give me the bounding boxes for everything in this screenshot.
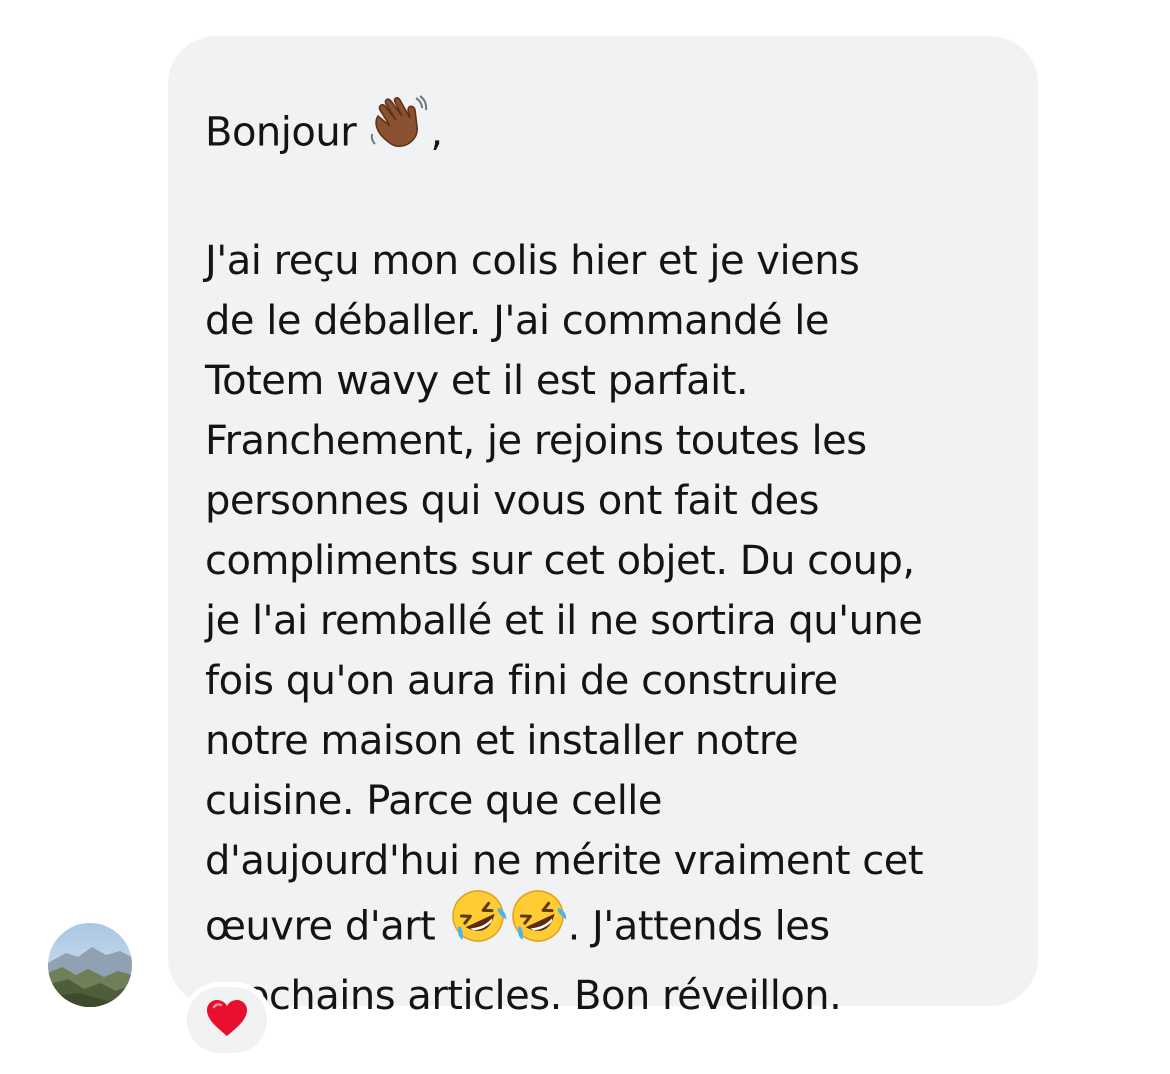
message-line-4: de le déballer. J'ai commandé le [205,298,829,344]
reaction-badge[interactable] [182,982,272,1058]
landscape-avatar [48,923,132,1007]
message-bubble[interactable]: Bonjour , J'ai reçu mon colis hier et je… [168,36,1038,1019]
message-line-8: compliments sur cet objet. Du coup, [205,538,915,584]
message-line-12: cuisine. Parce que celle [205,778,663,824]
message-line-7: personnes qui vous ont fait des [205,478,819,524]
chat-thread: Bonjour , J'ai reçu mon colis hier et je… [0,0,1170,1074]
message-line-6: Franchement, je rejoins toutes les [205,418,867,464]
message-line-9: je l'ai remballé et il ne sortira qu'une [205,598,923,644]
rolling-on-floor-laughing-icon [508,887,568,962]
message-line-5: Totem wavy et il est parfait. [205,358,749,404]
avatar[interactable] [48,923,132,1007]
message-line-3: J'ai reçu mon colis hier et je viens [205,238,860,284]
message-line-14: œuvre d'art . J'attends les [205,890,1018,966]
message-line-13: d'aujourd'hui ne mérite vraiment cet [205,838,924,884]
waving-hand-icon [368,94,430,167]
message-line-10: fois qu'on aura fini de construire [205,658,838,704]
rolling-on-floor-laughing-icon [448,887,508,962]
message-line-11: notre maison et installer notre [205,718,799,764]
message-line-1: Bonjour , [205,95,1018,171]
red-heart-icon [205,998,249,1042]
message-line-15: prochains articles. Bon réveillon. [205,973,842,1019]
